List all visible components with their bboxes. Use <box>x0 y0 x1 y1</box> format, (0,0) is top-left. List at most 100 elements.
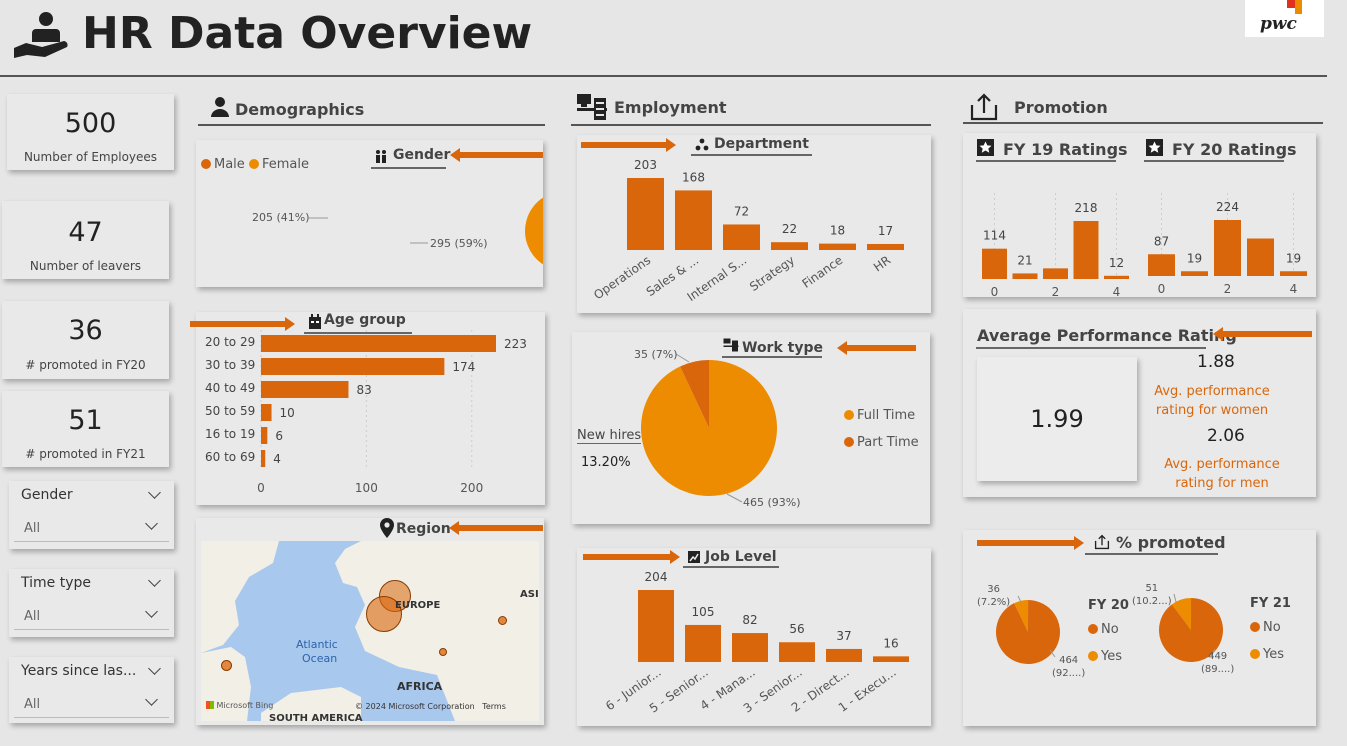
map-label: EUROPE <box>395 600 441 611</box>
axis-tick-label: 4 <box>1290 282 1298 296</box>
bar <box>261 358 445 375</box>
data-label: 19 <box>1286 251 1301 265</box>
data-label: 18 <box>830 224 845 238</box>
category-label: 50 to 59 <box>205 404 255 418</box>
axis-tick-label: 0 <box>991 285 999 297</box>
data-label: 72 <box>734 204 749 218</box>
slicer-title: Years since las... <box>21 663 137 679</box>
bar <box>867 243 904 250</box>
map-copyright: © 2024 Microsoft Corporation Terms <box>355 702 506 711</box>
fy21-yes-label: 51 (10.2...) <box>1132 583 1172 607</box>
data-label: 87 <box>1154 234 1169 248</box>
data-label: 82 <box>742 613 757 627</box>
pct-promoted-card: % promoted 36 (7.2%) 464 (92....) FY 20 No… <box>963 530 1316 726</box>
category-label: 60 to 69 <box>205 450 255 464</box>
slicer-dropdown[interactable]: All <box>14 689 169 718</box>
bar <box>982 248 1007 279</box>
bar <box>1012 273 1038 279</box>
ratings-card: FY 19 Ratings FY 20 Ratings 0 2 4 114 21 218 1… <box>963 133 1316 297</box>
women-value: 1.88 <box>1197 352 1235 372</box>
arrow-indicator <box>1213 327 1312 341</box>
pie-slice-female <box>525 197 543 265</box>
avg-performance-card: Average Performance Rating 1.99 1.88 Avg… <box>963 309 1316 497</box>
job-level-chart: 2046 - Junior...1055 - Senior...824 - Ma… <box>603 570 909 716</box>
data-label: 17 <box>878 224 893 238</box>
map-land <box>201 541 539 721</box>
bar <box>819 243 856 250</box>
data-label: 203 <box>634 158 657 172</box>
region-map[interactable]: EUROPE ASI Atlantic Ocean AFRICA SOUTH A… <box>201 541 539 721</box>
data-label: 16 <box>883 636 898 650</box>
gender-card: Male Female Gender 205 (41%) 295 (59%) <box>196 140 543 287</box>
map-label: Ocean <box>302 652 338 665</box>
new-hires-label: New hires <box>577 428 642 444</box>
hand-person-icon <box>14 12 68 58</box>
section-divider <box>963 122 1323 124</box>
pie-label-female: 205 (41%) <box>252 211 310 224</box>
slicer-years-since[interactable]: Years since las... All <box>9 657 174 723</box>
category-label: Operations <box>591 253 653 302</box>
legend-item-yes[interactable]: Yes <box>1250 647 1284 662</box>
category-label: 40 to 49 <box>205 381 255 395</box>
bar <box>1073 221 1099 279</box>
region-title: Region <box>396 521 451 537</box>
kpi-leavers: 47 Number of leavers <box>2 201 169 279</box>
legend-item-no[interactable]: No <box>1250 620 1281 635</box>
axis-tick-label: 200 <box>460 481 483 495</box>
kpi-promoted-fy21: 51 # promoted in FY21 <box>2 391 169 467</box>
axis-tick-label: 2 <box>1052 285 1060 297</box>
category-label: Strategy <box>747 253 797 294</box>
bar <box>1214 220 1241 276</box>
slicer-time-type[interactable]: Time type All <box>9 569 174 637</box>
chevron-down-icon[interactable] <box>145 605 158 618</box>
avg-overall-value: 1.99 <box>1030 405 1084 433</box>
category-label: Finance <box>800 253 846 291</box>
chevron-down-icon[interactable] <box>148 662 161 675</box>
region-card: Region EUROPE ASI Atlantic Ocean AFRICA … <box>196 518 544 725</box>
data-label: 56 <box>789 622 804 636</box>
slicer-dropdown[interactable]: All <box>14 601 169 630</box>
kpi-employees: 500 Number of Employees <box>7 94 174 170</box>
pie-label-full-time: 465 (93%) <box>743 496 801 509</box>
work-type-card: Work type 35 (7%) 465 (93%) New hires 13… <box>572 332 930 524</box>
legend-item-yes[interactable]: Yes <box>1088 649 1122 664</box>
share-upload-icon <box>970 93 998 121</box>
data-label: 204 <box>645 570 668 584</box>
data-label: 22 <box>782 222 797 236</box>
slicer-dropdown[interactable]: All <box>14 513 169 542</box>
map-label: Atlantic <box>296 638 338 651</box>
chevron-down-icon[interactable] <box>148 574 161 587</box>
data-label: 224 <box>1216 200 1239 214</box>
legend-item-part-time[interactable]: Part Time <box>844 435 919 450</box>
chevron-down-icon[interactable] <box>145 693 158 706</box>
bar <box>1043 268 1068 279</box>
data-label: 114 <box>983 229 1006 243</box>
bar <box>1148 254 1175 276</box>
bar <box>771 242 808 250</box>
section-title-employment: Employment <box>614 98 727 117</box>
map-bubble[interactable] <box>221 660 232 671</box>
chevron-down-icon[interactable] <box>148 486 161 499</box>
avg-overall-box: 1.99 <box>977 357 1137 481</box>
axis-tick-label: 0 <box>257 481 265 495</box>
fy21-pie-title: FY 21 <box>1250 596 1291 611</box>
data-label: 168 <box>682 170 705 184</box>
data-label: 19 <box>1187 251 1202 265</box>
chevron-down-icon[interactable] <box>145 517 158 530</box>
category-label: 16 to 19 <box>205 427 255 441</box>
map-bubble[interactable] <box>498 616 507 625</box>
bar <box>685 624 721 662</box>
data-label: 10 <box>280 406 295 420</box>
terms-link[interactable]: Terms <box>482 702 506 711</box>
legend-item-no[interactable]: No <box>1088 622 1119 637</box>
slicer-gender[interactable]: Gender All <box>9 481 174 549</box>
map-bubble[interactable] <box>439 648 447 656</box>
page-title: HR Data Overview <box>82 8 533 59</box>
data-label: 105 <box>692 605 715 619</box>
bar <box>627 178 664 250</box>
legend-item-full-time[interactable]: Full Time <box>844 408 915 423</box>
women-label: Avg. performance rating for women <box>1154 384 1270 418</box>
title-underline <box>976 347 1206 349</box>
bar <box>723 224 760 250</box>
age-group-card: Age group 0 100 200 20 to 29 223 30 to 39 174 4… <box>190 312 545 505</box>
